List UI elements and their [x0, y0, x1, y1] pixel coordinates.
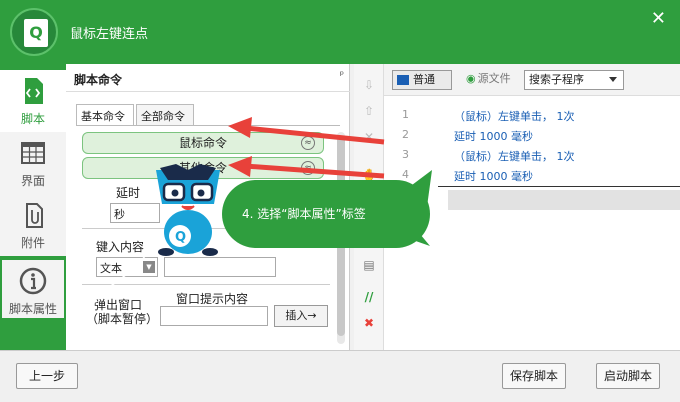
- uncomment-icon[interactable]: ✖: [362, 316, 376, 330]
- source-mode-label: 源文件: [477, 72, 511, 85]
- paste-icon[interactable]: ▤: [362, 258, 376, 272]
- chevron-down-icon: ▼: [143, 261, 155, 273]
- popup-content-label: 窗口提示内容: [176, 292, 249, 306]
- sidebar-item-script[interactable]: 脚本: [0, 70, 66, 132]
- chevron-up-icon: ≈: [301, 136, 315, 150]
- tutorial-bubble: 4. 选择“脚本属性”标签: [222, 180, 430, 248]
- logo-letter: Q: [24, 19, 48, 47]
- line-number: 2: [402, 128, 409, 141]
- command-label: 鼠标命令: [178, 136, 227, 150]
- line-number: 4: [402, 168, 409, 181]
- sidebar-item-label: 界面: [20, 174, 45, 188]
- source-mode-button[interactable]: ◉ 源文件: [462, 70, 520, 90]
- window-title: 鼠标左键连点: [70, 27, 149, 42]
- mascot-icon: Q: [156, 164, 220, 256]
- select-value: 搜索子程序: [529, 73, 584, 86]
- bottom-bar: 上一步 保存脚本 启动脚本: [0, 350, 680, 402]
- attachment-icon: [26, 203, 43, 228]
- panel-header: 脚本命令 ᵖ: [66, 64, 350, 92]
- sidebar-item-attachment[interactable]: 附件: [0, 194, 66, 256]
- delay-label: 延时: [116, 186, 141, 200]
- start-script-button[interactable]: 启动脚本: [596, 363, 660, 389]
- arrow-down-icon[interactable]: ⇩: [362, 78, 376, 92]
- tab-basic-commands[interactable]: 基本命令: [76, 104, 134, 126]
- key-input-type-select[interactable]: 文本 ▼: [96, 257, 158, 277]
- code-line[interactable]: （鼠标）左键单击， 1次: [454, 108, 575, 124]
- source-file-icon: ◉: [466, 72, 476, 85]
- code-file-icon: [25, 78, 43, 104]
- normal-mode-label: 普通: [413, 73, 435, 86]
- close-icon[interactable]: ✕: [651, 8, 666, 29]
- tutorial-step-text: 4. 选择“脚本属性”标签: [242, 207, 366, 221]
- sidebar-item-label: 脚本属性: [8, 302, 57, 316]
- key-input-label: 键入内容: [96, 240, 145, 254]
- insert-button[interactable]: 插入→: [274, 305, 328, 327]
- title-bar: Q 鼠标左键连点 ✕: [0, 0, 680, 64]
- selection-band: [448, 190, 680, 210]
- chevron-down-icon: [609, 77, 617, 82]
- select-value: 文本: [100, 262, 122, 275]
- mouse-command-button[interactable]: 鼠标命令 ≈: [82, 132, 324, 154]
- grid-layout-icon: [21, 142, 45, 164]
- normal-view-icon: [397, 75, 409, 85]
- code-line[interactable]: （鼠标）左键单击， 1次: [454, 148, 575, 164]
- arrow-up-icon[interactable]: ⇧: [362, 104, 376, 118]
- chevron-up-icon: ≈: [301, 161, 315, 175]
- code-line[interactable]: 延时 1000 毫秒: [454, 128, 533, 144]
- divider: [82, 284, 330, 285]
- panel-title: 脚本命令: [74, 73, 123, 87]
- popup-content-input[interactable]: [160, 306, 268, 326]
- previous-step-button[interactable]: 上一步: [16, 363, 78, 389]
- info-icon: [19, 267, 47, 295]
- delete-icon[interactable]: ✕: [362, 130, 376, 144]
- editor-toolbar: 普通 ◉ 源文件 搜索子程序: [384, 64, 680, 96]
- line-number: 3: [402, 148, 409, 161]
- tab-divider: [76, 125, 340, 126]
- insertion-cursor: [438, 186, 680, 187]
- pin-icon[interactable]: ᵖ: [340, 70, 344, 81]
- code-line[interactable]: 延时 1000 毫秒: [454, 168, 533, 184]
- comment-icon[interactable]: //: [362, 290, 376, 304]
- sidebar: 脚本 界面 附件 脚本属性: [0, 64, 66, 350]
- script-pause-label: （脚本暂停）: [86, 312, 159, 326]
- key-input-field[interactable]: [164, 257, 276, 277]
- sidebar-item-label: 脚本: [20, 112, 45, 126]
- save-script-button[interactable]: 保存脚本: [502, 363, 566, 389]
- sidebar-item-properties[interactable]: 脚本属性: [0, 258, 66, 320]
- line-number: 1: [402, 108, 409, 121]
- normal-mode-button[interactable]: 普通: [392, 70, 452, 90]
- app-logo: Q: [10, 8, 58, 56]
- subroutine-select[interactable]: 搜索子程序: [524, 70, 624, 90]
- sidebar-item-label: 附件: [20, 236, 45, 250]
- svg-text:Q: Q: [175, 230, 186, 245]
- sidebar-item-ui[interactable]: 界面: [0, 132, 66, 194]
- tab-all-commands[interactable]: 全部命令: [136, 104, 194, 126]
